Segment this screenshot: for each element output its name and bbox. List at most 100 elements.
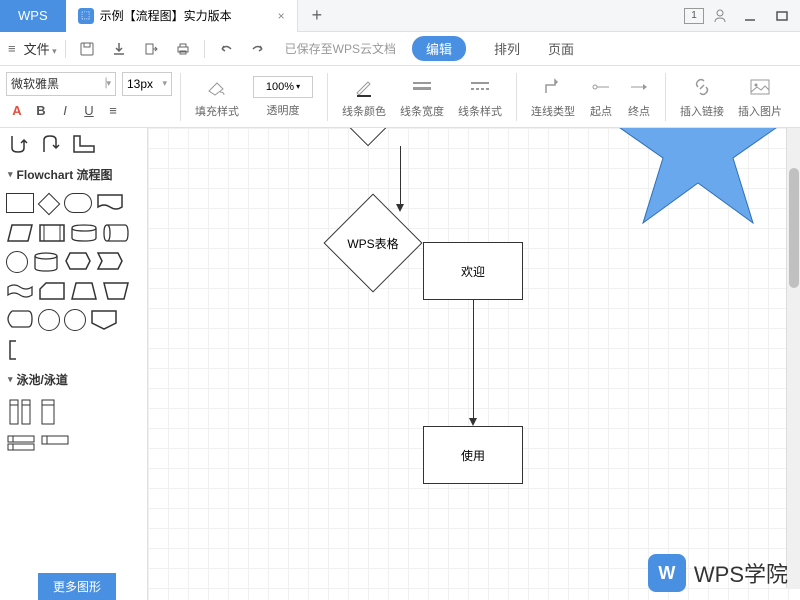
save-icon[interactable] xyxy=(74,36,100,62)
more-shapes-button[interactable]: 更多图形 xyxy=(38,573,116,600)
start-icon xyxy=(589,75,613,99)
link-icon xyxy=(690,75,714,99)
close-icon[interactable]: × xyxy=(278,9,285,23)
line-color-group[interactable]: 线条颜色 xyxy=(336,75,392,119)
format-toolbar: 微软雅黑▕▾ 13px▾ A B I U ≡ 填充样式 100% ▾ 透明度 线… xyxy=(0,66,800,128)
file-menu[interactable]: 文件 xyxy=(24,39,57,58)
opacity-group[interactable]: 100% ▾ 透明度 xyxy=(247,76,319,118)
diamond-label: WPS表格 xyxy=(323,235,423,252)
lane-v-shape[interactable] xyxy=(38,398,58,426)
process-node-2[interactable]: 使用 xyxy=(423,426,523,484)
display-shape[interactable] xyxy=(6,309,34,329)
line-width-icon xyxy=(410,75,434,99)
undo-icon[interactable] xyxy=(213,36,239,62)
menu-page[interactable]: 页面 xyxy=(548,39,574,58)
cyl-shape[interactable] xyxy=(70,223,98,243)
diamond-fragment[interactable] xyxy=(338,128,398,158)
tab-title: 示例【流程图】实力版本 xyxy=(100,7,232,24)
user-icon[interactable] xyxy=(708,4,732,28)
menubar: ≡ 文件 已保存至WPS云文档 编辑 排列 页面 xyxy=(0,32,800,66)
wps-logo-icon: W xyxy=(648,554,686,592)
scrollbar-thumb[interactable] xyxy=(789,168,799,288)
rect-shape[interactable] xyxy=(6,193,34,213)
pool-v-shape[interactable] xyxy=(6,398,34,426)
diamond-node[interactable]: WPS表格 xyxy=(323,213,423,273)
text-color-button[interactable]: A xyxy=(6,100,28,122)
insert-link-group[interactable]: 插入链接 xyxy=(674,75,730,119)
insert-image-group[interactable]: 插入图片 xyxy=(732,75,788,119)
shapes-sidebar: Flowchart 流程图 泳池/泳道 更多图形 xyxy=(0,128,148,600)
process-node-1[interactable]: 欢迎 xyxy=(423,242,523,300)
star-shape[interactable] xyxy=(598,128,798,258)
connection-type-group[interactable]: 连线类型 xyxy=(525,75,581,119)
line-style-group[interactable]: 线条样式 xyxy=(452,75,508,119)
download-icon[interactable] xyxy=(106,36,132,62)
redo-icon[interactable] xyxy=(245,36,271,62)
lane-h-shape[interactable] xyxy=(40,434,70,446)
size-select[interactable]: 13px▾ xyxy=(122,72,172,96)
watermark-text: WPS学院 xyxy=(694,557,788,589)
trap2-shape[interactable] xyxy=(102,281,130,301)
page-indicator[interactable]: 1 xyxy=(684,8,704,24)
shape-row xyxy=(0,128,147,160)
bracket-shape[interactable] xyxy=(6,339,24,361)
new-tab-button[interactable]: + xyxy=(298,5,337,26)
hamburger-icon[interactable]: ≡ xyxy=(8,41,16,56)
corner-shape[interactable] xyxy=(70,132,98,156)
export-icon[interactable] xyxy=(138,36,164,62)
arrow-head-icon xyxy=(469,418,477,426)
rounded-shape[interactable] xyxy=(64,193,92,213)
pencil-icon xyxy=(352,75,376,99)
doc-shape[interactable] xyxy=(96,193,124,213)
pool-h-shape[interactable] xyxy=(6,434,36,452)
line-style-icon xyxy=(468,75,492,99)
vertical-scrollbar[interactable] xyxy=(786,128,800,588)
trap-shape[interactable] xyxy=(70,281,98,301)
connector-icon xyxy=(541,75,565,99)
tape-shape[interactable] xyxy=(6,281,34,301)
app-button[interactable]: WPS xyxy=(0,0,66,32)
offpage-shape[interactable] xyxy=(90,309,118,331)
maximize-button[interactable] xyxy=(768,4,796,28)
end-icon xyxy=(627,75,651,99)
canvas[interactable]: WPS表格 欢迎 使用 xyxy=(148,128,800,600)
edit-pill[interactable]: 编辑 xyxy=(412,36,466,61)
connector-arrow-2[interactable] xyxy=(473,300,474,420)
diamond-shape[interactable] xyxy=(38,193,61,216)
uturn-down-shape[interactable] xyxy=(38,132,66,156)
uturn-shape[interactable] xyxy=(6,132,34,156)
connector-shape[interactable] xyxy=(38,309,60,331)
end-point-group[interactable]: 终点 xyxy=(621,75,657,119)
circle-shape[interactable] xyxy=(6,251,28,273)
flowchart-section[interactable]: Flowchart 流程图 xyxy=(0,160,147,189)
line-width-group[interactable]: 线条宽度 xyxy=(394,75,450,119)
bold-button[interactable]: B xyxy=(30,100,52,122)
print-icon[interactable] xyxy=(170,36,196,62)
font-select[interactable]: 微软雅黑▕▾ xyxy=(6,72,116,96)
circle3-shape[interactable] xyxy=(64,309,86,331)
zoom-value: 100% ▾ xyxy=(253,76,313,98)
db-shape[interactable] xyxy=(102,223,130,243)
arrow-head-icon xyxy=(396,204,404,212)
hex-shape[interactable] xyxy=(64,251,92,271)
cyl2-shape[interactable] xyxy=(32,251,60,273)
save-status: 已保存至WPS云文档 xyxy=(285,40,396,57)
start-point-group[interactable]: 起点 xyxy=(583,75,619,119)
menu-arrange[interactable]: 排列 xyxy=(494,39,520,58)
flowchart-icon: ⬚ xyxy=(78,8,94,24)
step-shape[interactable] xyxy=(96,251,124,271)
connector-arrow[interactable] xyxy=(400,146,401,206)
card-shape[interactable] xyxy=(38,281,66,301)
fill-icon xyxy=(205,75,229,99)
fill-style-group[interactable]: 填充样式 xyxy=(189,75,245,119)
swimlane-section[interactable]: 泳池/泳道 xyxy=(0,365,147,394)
io-shape[interactable] xyxy=(38,223,66,243)
underline-button[interactable]: U xyxy=(78,100,100,122)
para-shape[interactable] xyxy=(6,223,34,243)
italic-button[interactable]: I xyxy=(54,100,76,122)
watermark: W WPS学院 xyxy=(648,554,788,592)
titlebar: WPS ⬚ 示例【流程图】实力版本 × + 1 xyxy=(0,0,800,32)
align-button[interactable]: ≡ xyxy=(102,100,124,122)
minimize-button[interactable] xyxy=(736,4,764,28)
document-tab[interactable]: ⬚ 示例【流程图】实力版本 × xyxy=(66,0,298,32)
